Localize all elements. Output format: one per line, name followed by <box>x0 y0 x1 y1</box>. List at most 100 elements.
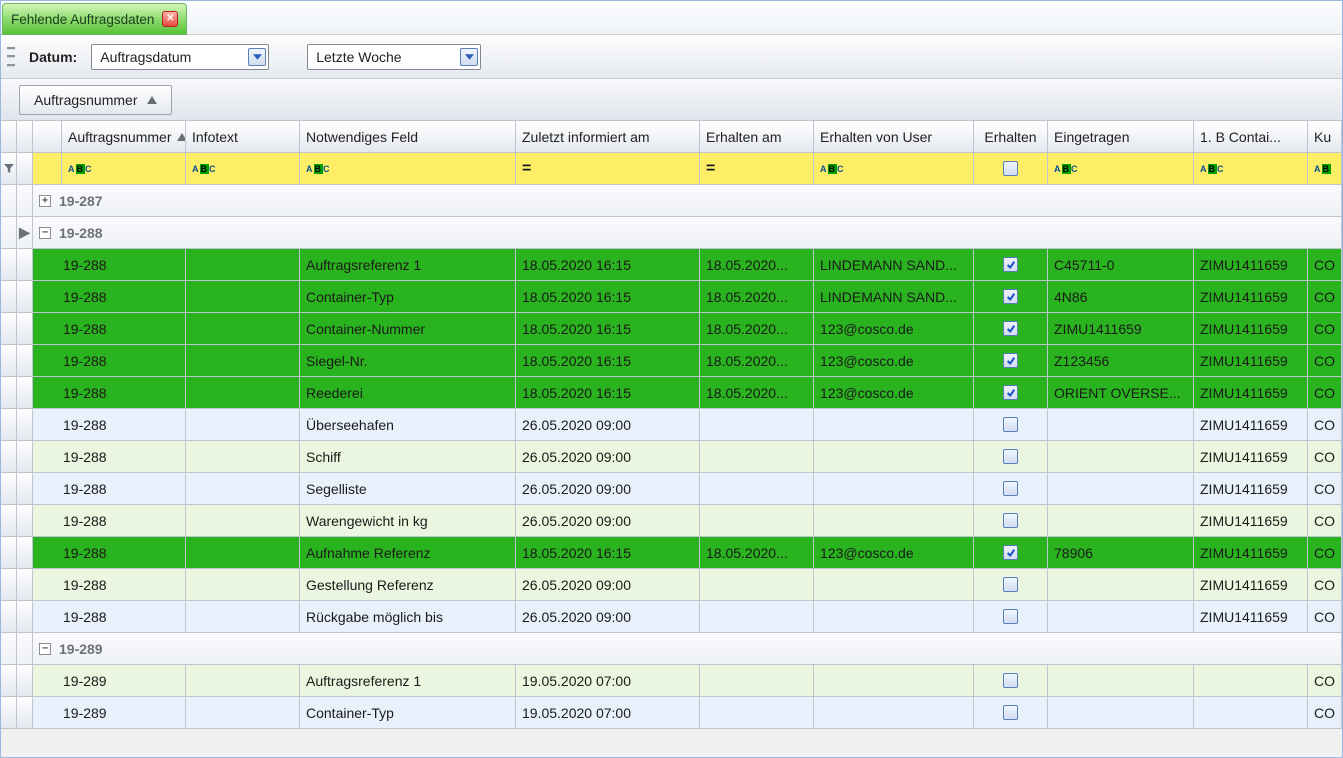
table-row[interactable]: 19-288 Überseehafen 26.05.2020 09:00 ZIM… <box>1 409 1342 441</box>
cell-erhalten[interactable] <box>974 377 1048 408</box>
checkbox-checked-icon[interactable] <box>1003 545 1018 560</box>
group-row[interactable]: + 19-287 <box>1 185 1342 217</box>
cell-erhalten[interactable] <box>974 473 1048 504</box>
cell-erhalten[interactable] <box>974 569 1048 600</box>
table-row[interactable]: 19-289 Auftragsreferenz 1 19.05.2020 07:… <box>1 665 1342 697</box>
expand-icon[interactable]: + <box>39 195 51 207</box>
chevron-down-icon[interactable] <box>248 48 266 66</box>
checkbox-unchecked-icon[interactable] <box>1003 609 1018 624</box>
filter-funnel-icon[interactable] <box>1 153 17 184</box>
checkbox-unchecked-icon[interactable] <box>1003 673 1018 688</box>
cell-erhalten[interactable] <box>974 441 1048 472</box>
col-erhalten-am[interactable]: Erhalten am <box>700 121 814 152</box>
cell-erhalten[interactable] <box>974 601 1048 632</box>
checkbox-unchecked-icon[interactable] <box>1003 417 1018 432</box>
row-selector[interactable] <box>1 633 17 664</box>
row-selector[interactable] <box>1 569 17 600</box>
table-row[interactable]: 19-288 Gestellung Referenz 26.05.2020 09… <box>1 569 1342 601</box>
cell-erhalten[interactable] <box>974 249 1048 280</box>
cell-erhalten[interactable] <box>974 697 1048 728</box>
collapse-icon[interactable]: − <box>39 643 51 655</box>
row-selector[interactable] <box>1 185 17 216</box>
table-row[interactable]: 19-288 Container-Typ 18.05.2020 16:15 18… <box>1 281 1342 313</box>
col-erhalten-von-user[interactable]: Erhalten von User <box>814 121 974 152</box>
col-infotext[interactable]: Infotext <box>186 121 300 152</box>
checkbox-checked-icon[interactable] <box>1003 257 1018 272</box>
cell-erhalten[interactable] <box>974 665 1048 696</box>
checkbox-unchecked-icon[interactable] <box>1003 481 1018 496</box>
table-row[interactable]: 19-288 Reederei 18.05.2020 16:15 18.05.2… <box>1 377 1342 409</box>
row-selector[interactable] <box>1 473 17 504</box>
table-row[interactable]: 19-288 Warengewicht in kg 26.05.2020 09:… <box>1 505 1342 537</box>
col-ku[interactable]: Ku <box>1308 121 1342 152</box>
chevron-down-icon[interactable] <box>460 48 478 66</box>
row-selector[interactable] <box>1 377 17 408</box>
checkbox-unchecked-icon[interactable] <box>1003 577 1018 592</box>
cell-erhalten[interactable] <box>974 281 1048 312</box>
col-container[interactable]: 1. B Contai... <box>1194 121 1308 152</box>
cell-erhalten[interactable] <box>974 345 1048 376</box>
row-selector[interactable] <box>1 281 17 312</box>
table-row[interactable]: 19-288 Schiff 26.05.2020 09:00 ZIMU14116… <box>1 441 1342 473</box>
row-selector[interactable] <box>1 665 17 696</box>
table-row[interactable]: 19-288 Auftragsreferenz 1 18.05.2020 16:… <box>1 249 1342 281</box>
close-icon[interactable]: ✕ <box>162 11 178 27</box>
row-selector[interactable] <box>1 505 17 536</box>
filter-erhalten-von-user[interactable]: ABC <box>814 153 974 184</box>
cell-notwendiges-feld: Rückgabe möglich bis <box>300 601 516 632</box>
toolbar-grip-icon[interactable] <box>7 47 15 67</box>
table-row[interactable]: 19-288 Segelliste 26.05.2020 09:00 ZIMU1… <box>1 473 1342 505</box>
row-selector[interactable] <box>1 697 17 728</box>
checkbox-checked-icon[interactable] <box>1003 321 1018 336</box>
row-selector[interactable] <box>1 601 17 632</box>
col-notwendiges-feld[interactable]: Notwendiges Feld <box>300 121 516 152</box>
checkbox-unchecked-icon[interactable] <box>1003 513 1018 528</box>
table-row[interactable]: 19-288 Aufnahme Referenz 18.05.2020 16:1… <box>1 537 1342 569</box>
row-selector[interactable] <box>1 537 17 568</box>
group-id: 19-288 <box>59 225 103 241</box>
cell-erhalten[interactable] <box>974 537 1048 568</box>
table-row[interactable]: 19-288 Siegel-Nr. 18.05.2020 16:15 18.05… <box>1 345 1342 377</box>
filter-auftragsnummer[interactable]: ABC <box>62 153 186 184</box>
row-selector[interactable] <box>1 409 17 440</box>
group-row[interactable]: ▶ − 19-288 <box>1 217 1342 249</box>
row-selector[interactable] <box>1 249 17 280</box>
cell-erhalten-von-user: 123@cosco.de <box>814 537 974 568</box>
checkbox-unchecked-icon[interactable] <box>1003 449 1018 464</box>
filter-eingetragen[interactable]: ABC <box>1048 153 1194 184</box>
col-erhalten[interactable]: Erhalten <box>974 121 1048 152</box>
row-selector[interactable] <box>1 313 17 344</box>
filter-erhalten-am[interactable]: = <box>700 153 814 184</box>
row-selector[interactable] <box>1 441 17 472</box>
cell-erhalten-von-user <box>814 665 974 696</box>
col-auftragsnummer[interactable]: Auftragsnummer <box>62 121 186 152</box>
group-by-chip[interactable]: Auftragsnummer <box>19 85 172 115</box>
table-row[interactable]: 19-288 Rückgabe möglich bis 26.05.2020 0… <box>1 601 1342 633</box>
checkbox-checked-icon[interactable] <box>1003 289 1018 304</box>
filter-zuletzt-informiert[interactable]: = <box>516 153 700 184</box>
group-row[interactable]: − 19-289 <box>1 633 1342 665</box>
filter-container[interactable]: ABC <box>1194 153 1308 184</box>
filter-notwendiges-feld[interactable]: ABC <box>300 153 516 184</box>
cell-erhalten[interactable] <box>974 409 1048 440</box>
row-selector[interactable] <box>1 345 17 376</box>
date-field-dropdown[interactable]: Auftragsdatum <box>91 44 269 70</box>
cell-erhalten[interactable] <box>974 505 1048 536</box>
filter-erhalten[interactable] <box>974 153 1048 184</box>
table-row[interactable]: 19-288 Container-Nummer 18.05.2020 16:15… <box>1 313 1342 345</box>
cell-erhalten[interactable] <box>974 313 1048 344</box>
cell-erhalten-am <box>700 409 814 440</box>
cell-eingetragen: 78906 <box>1048 537 1194 568</box>
tab-missing-order-data[interactable]: Fehlende Auftragsdaten ✕ <box>2 3 187 35</box>
checkbox-unchecked-icon[interactable] <box>1003 705 1018 720</box>
checkbox-checked-icon[interactable] <box>1003 353 1018 368</box>
col-eingetragen[interactable]: Eingetragen <box>1048 121 1194 152</box>
table-row[interactable]: 19-289 Container-Typ 19.05.2020 07:00 CO <box>1 697 1342 729</box>
checkbox-checked-icon[interactable] <box>1003 385 1018 400</box>
collapse-icon[interactable]: − <box>39 227 51 239</box>
filter-ku[interactable]: AB <box>1308 153 1342 184</box>
row-selector[interactable] <box>1 217 17 248</box>
filter-infotext[interactable]: ABC <box>186 153 300 184</box>
date-range-dropdown[interactable]: Letzte Woche <box>307 44 481 70</box>
col-zuletzt-informiert[interactable]: Zuletzt informiert am <box>516 121 700 152</box>
